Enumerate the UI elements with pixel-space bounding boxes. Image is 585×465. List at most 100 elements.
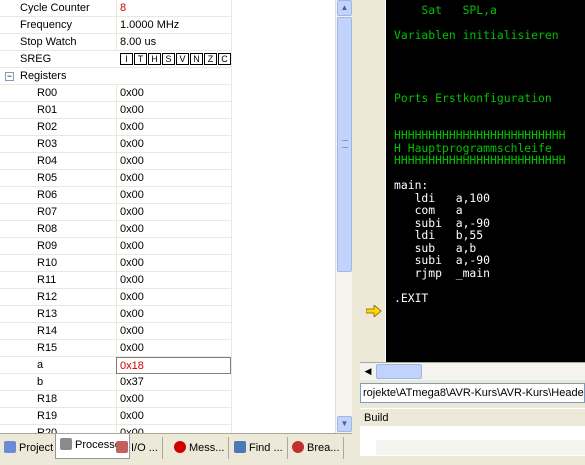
row-label: Cycle Counter [20,2,90,14]
register-row[interactable]: R19 0x00 [0,408,231,425]
row-label: Stop Watch [20,36,77,48]
sreg-flag-checkbox[interactable]: C [218,53,231,65]
tab-label: Mess... [189,442,225,454]
register-value: 0x00 [116,255,231,272]
scroll-up-button[interactable]: ▲ [337,0,352,16]
collapse-toggle-icon[interactable]: − [5,72,14,81]
processor-icon [60,438,72,450]
register-value: 0x00 [116,136,231,153]
sreg-flag-checkbox[interactable]: T [134,53,147,65]
sreg-flags: ITHSVNZC [120,53,232,65]
code-line: Sat SPL,a [394,3,497,17]
sreg-flag-checkbox[interactable]: N [190,53,203,65]
register-value: 0x00 [116,391,231,408]
editor-horizontal-scrollbar[interactable]: ◀ [360,362,585,380]
register-row[interactable]: R12 0x00 [0,289,231,306]
processor-row[interactable]: Cycle Counter 8 [0,0,231,17]
register-value: 0x00 [116,306,231,323]
build-output [360,426,585,456]
tab-project[interactable]: Project [0,437,59,459]
register-value: 0x00 [116,425,231,433]
sreg-flag-checkbox[interactable]: H [148,53,161,65]
register-row[interactable]: R14 0x00 [0,323,231,340]
register-row[interactable]: R20 0x00 [0,425,231,433]
scroll-down-button[interactable]: ▼ [337,416,352,432]
panel-splitter[interactable] [352,0,360,465]
row-value: 1.0000 MHz [116,17,231,34]
row-value: 8.00 us [116,34,231,51]
register-value: 0x00 [116,153,231,170]
find-icon [234,441,246,453]
processor-vertical-scrollbar[interactable]: ▲ ▼ [335,0,352,433]
register-row[interactable]: a 0x18 [0,357,231,374]
processor-row[interactable]: SREG I T H S V N Z C [0,51,231,68]
tab-io[interactable]: I/O ... [112,437,163,459]
register-value: 0x00 [116,238,231,255]
scroll-left-button[interactable]: ◀ [361,364,375,379]
io-icon [116,441,128,453]
register-name: R18 [37,393,58,405]
file-path: rojekte\ATmega8\AVR-Kurs\AVR-Kurs\Header… [360,383,585,403]
register-name: R08 [37,223,58,235]
tab-message[interactable]: Mess... [170,437,230,459]
scroll-thumb[interactable] [376,364,422,379]
gutter-divider [385,0,386,362]
code-line: .EXIT [394,290,429,305]
register-row[interactable]: R00 0x00 [0,85,231,102]
register-row[interactable]: b 0x37 [0,374,231,391]
sreg-flag-checkbox[interactable]: I [120,53,133,65]
register-name: a [37,359,44,371]
register-name: R15 [37,342,58,354]
register-row[interactable]: R11 0x00 [0,272,231,289]
execution-arrow-icon [366,305,382,317]
register-name: R05 [37,172,58,184]
output-horizontal-scrollbar[interactable] [376,440,585,455]
processor-row[interactable]: Frequency 1.0000 MHz [0,17,231,34]
sreg-flag-checkbox[interactable]: V [176,53,189,65]
register-row[interactable]: R04 0x00 [0,153,231,170]
register-value: 0x00 [116,119,231,136]
register-row[interactable]: R13 0x00 [0,306,231,323]
register-row[interactable]: R07 0x00 [0,204,231,221]
register-value: 0x00 [116,289,231,306]
register-name: R09 [37,240,58,252]
register-value-editor[interactable]: 0x18 [116,357,231,374]
tab-find[interactable]: Find ... [230,437,288,459]
register-value: 0x00 [116,102,231,119]
register-name: b [37,376,44,388]
row-label: Frequency [20,19,72,31]
processor-panel: Cycle Counter 8 Frequency 1.0000 MHz Stop Wa… [0,0,335,433]
register-row[interactable]: R05 0x00 [0,170,231,187]
register-row[interactable]: R15 0x00 [0,340,231,357]
register-name: R13 [37,308,58,320]
sreg-flag-checkbox[interactable]: Z [204,53,217,65]
register-row[interactable]: R18 0x00 [0,391,231,408]
project-icon [4,441,16,453]
register-value: 0x00 [116,221,231,238]
build-output-label[interactable]: Build [360,408,585,426]
register-name: R19 [37,410,58,422]
register-value: 0x00 [116,340,231,357]
register-row[interactable]: R03 0x00 [0,136,231,153]
register-row[interactable]: R01 0x00 [0,102,231,119]
register-row[interactable]: R06 0x00 [0,187,231,204]
tab-label: Find ... [249,442,283,454]
register-row[interactable]: R08 0x00 [0,221,231,238]
column-divider[interactable] [231,0,232,433]
code-editor[interactable]: Sat SPL,a Variablen initialisieren Ports E… [360,0,585,362]
register-row[interactable]: R10 0x00 [0,255,231,272]
tab-breakpoint[interactable]: Brea... [288,437,345,459]
sreg-flag-checkbox[interactable]: S [162,53,175,65]
processor-row[interactable]: Stop Watch 8.00 us [0,34,231,51]
tab-label: Project [19,442,54,454]
register-value: 0x00 [116,85,231,102]
register-name: R01 [37,104,58,116]
register-name: R02 [37,121,58,133]
workspace-tabbar: Project Processor I/O ... Mess... Find ... Br… [0,433,352,465]
scroll-thumb[interactable] [337,17,352,272]
register-row[interactable]: R02 0x00 [0,119,231,136]
code-line: HHHHHHHHHHHHHHHHHHHHHHHHH [394,153,566,167]
register-name: R14 [37,325,58,337]
register-row[interactable]: R09 0x00 [0,238,231,255]
registers-group[interactable]: − Registers [0,68,231,85]
